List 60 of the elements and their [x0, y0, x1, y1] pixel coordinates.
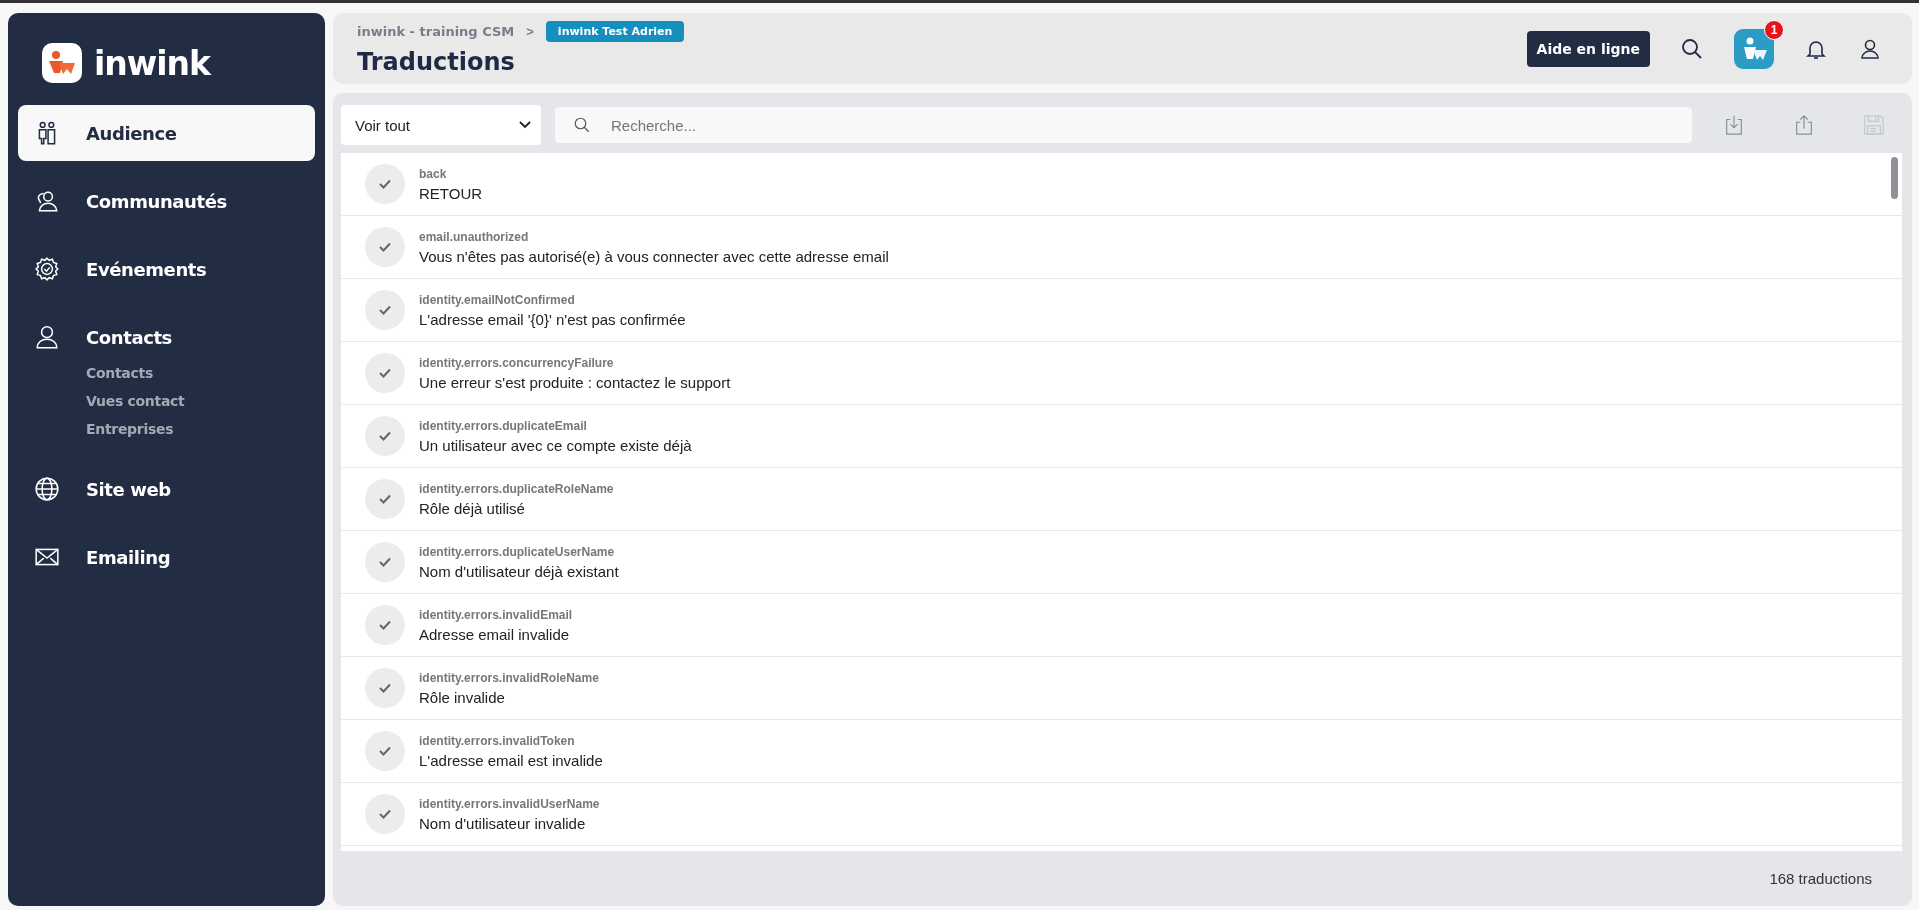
translation-value[interactable]: Un utilisateur avec ce compte existe déjà: [419, 436, 692, 454]
check-icon[interactable]: [365, 605, 405, 645]
search-field[interactable]: Recherche...: [555, 107, 1692, 143]
check-icon[interactable]: [365, 668, 405, 708]
translation-key: identity.errors.invalidEmail: [419, 607, 573, 622]
translation-count: 168 traductions: [1769, 870, 1872, 887]
person-icon: [34, 324, 60, 350]
check-icon[interactable]: [365, 542, 405, 582]
logo-icon: [42, 43, 82, 83]
nav-item[interactable]: Audience: [18, 105, 315, 161]
event-badge[interactable]: inwink Test Adrien: [545, 21, 685, 42]
check-icon[interactable]: [365, 731, 405, 771]
check-icon[interactable]: [365, 353, 405, 393]
globe-icon: [34, 476, 60, 502]
check-icon[interactable]: [365, 164, 405, 204]
nav-subitem[interactable]: Entreprises: [86, 415, 315, 443]
download-icon[interactable]: [1723, 114, 1745, 136]
translation-key: identity.errors.duplicateRoleName: [419, 481, 614, 496]
upload-icon[interactable]: [1793, 114, 1815, 136]
nav-item[interactable]: Communautés: [18, 173, 315, 229]
translation-value[interactable]: Une erreur s'est produite : contactez le support: [419, 373, 731, 391]
search-icon: [573, 116, 591, 134]
translation-key: email.unauthorized: [419, 229, 889, 244]
nav-item[interactable]: Site web: [18, 461, 315, 517]
translation-value[interactable]: L'adresse email est invalide: [419, 751, 603, 769]
check-icon[interactable]: [365, 479, 405, 519]
check-icon[interactable]: [365, 290, 405, 330]
translation-value[interactable]: RETOUR: [419, 184, 483, 202]
translation-value[interactable]: Rôle déjà utilisé: [419, 499, 614, 517]
filter-dropdown[interactable]: Voir tout: [341, 105, 541, 145]
translation-key: identity.errors.invalidRoleName: [419, 670, 599, 685]
breadcrumb-separator: >: [526, 24, 534, 39]
translation-value[interactable]: Rôle invalide: [419, 688, 599, 706]
search-icon[interactable]: [1680, 36, 1704, 61]
translation-key: back: [419, 166, 483, 181]
scrollbar-thumb[interactable]: [1891, 157, 1898, 199]
page-title: Traductions: [357, 48, 516, 76]
save-icon[interactable]: [1863, 114, 1885, 136]
nav-item[interactable]: Evénements: [18, 241, 315, 297]
translation-value[interactable]: Adresse email invalide: [419, 625, 573, 643]
notification-badge: 1: [1764, 19, 1784, 40]
translation-key: identity.emailNotConfirmed: [419, 292, 686, 307]
translation-value[interactable]: Nom d'utilisateur invalide: [419, 814, 600, 832]
translation-value[interactable]: L'adresse email '{0}' n'est pas confirmée: [419, 310, 686, 328]
check-icon[interactable]: [365, 227, 405, 267]
translation-key: identity.errors.duplicateUserName: [419, 544, 619, 559]
translation-key: identity.errors.invalidToken: [419, 733, 603, 748]
translation-value[interactable]: Vous n'êtes pas autorisé(e) à vous connecter avec cette adresse email: [419, 247, 889, 265]
translation-key: identity.errors.duplicateEmail: [419, 418, 692, 433]
translation-key: identity.errors.invalidUserName: [419, 796, 600, 811]
help-button[interactable]: Aide en ligne: [1526, 30, 1650, 67]
check-icon[interactable]: [365, 416, 405, 456]
chevron-down-icon: [519, 121, 531, 129]
logo-text: inwink: [94, 43, 211, 83]
nav-subitem[interactable]: Vues contact: [86, 387, 315, 415]
nav-item[interactable]: Emailing: [18, 529, 315, 585]
translation-value[interactable]: Nom d'utilisateur déjà existant: [419, 562, 619, 580]
check-icon[interactable]: [365, 794, 405, 834]
translation-key: identity.errors.concurrencyFailure: [419, 355, 731, 370]
badge-icon: [34, 256, 60, 282]
